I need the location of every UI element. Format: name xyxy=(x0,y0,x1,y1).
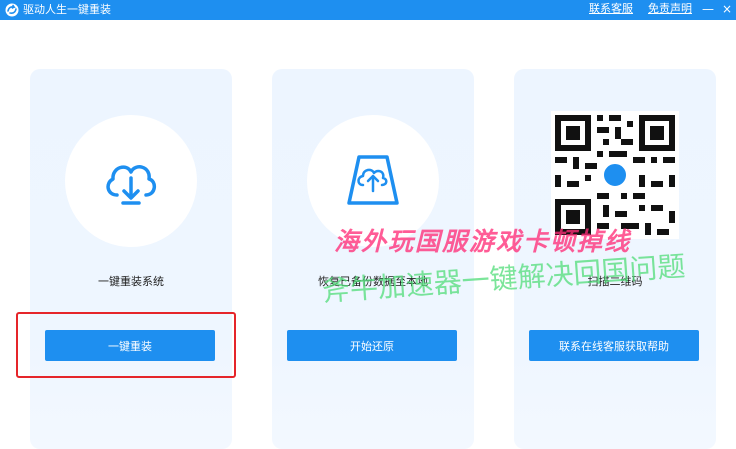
app-logo-icon xyxy=(5,3,19,17)
contact-online-support-button[interactable]: 联系在线客服获取帮助 xyxy=(529,330,699,361)
qr-logo-icon xyxy=(601,161,629,189)
start-restore-button[interactable]: 开始还原 xyxy=(287,330,457,361)
highlight-annotation-box xyxy=(16,312,236,378)
panel-restore-backup: 恢复已备份数据至本地 开始还原 xyxy=(272,69,474,449)
disclaimer-link[interactable]: 免责声明 xyxy=(648,2,692,16)
title-bar: 驱动人生一键重装 联系客服 免责声明 — × xyxy=(0,0,736,20)
close-button[interactable]: × xyxy=(722,1,732,17)
disk-restore-icon xyxy=(347,155,399,205)
cloud-download-icon xyxy=(106,165,156,205)
icon-circle xyxy=(65,115,197,247)
minimize-button[interactable]: — xyxy=(702,1,714,17)
qr-code-icon xyxy=(551,111,679,239)
panel-label: 一键重装系统 xyxy=(98,275,164,288)
panel-one-click-reinstall: 一键重装系统 一键重装 xyxy=(30,69,232,449)
contact-support-link[interactable]: 联系客服 xyxy=(589,2,633,16)
window-title: 驱动人生一键重装 xyxy=(23,3,111,16)
